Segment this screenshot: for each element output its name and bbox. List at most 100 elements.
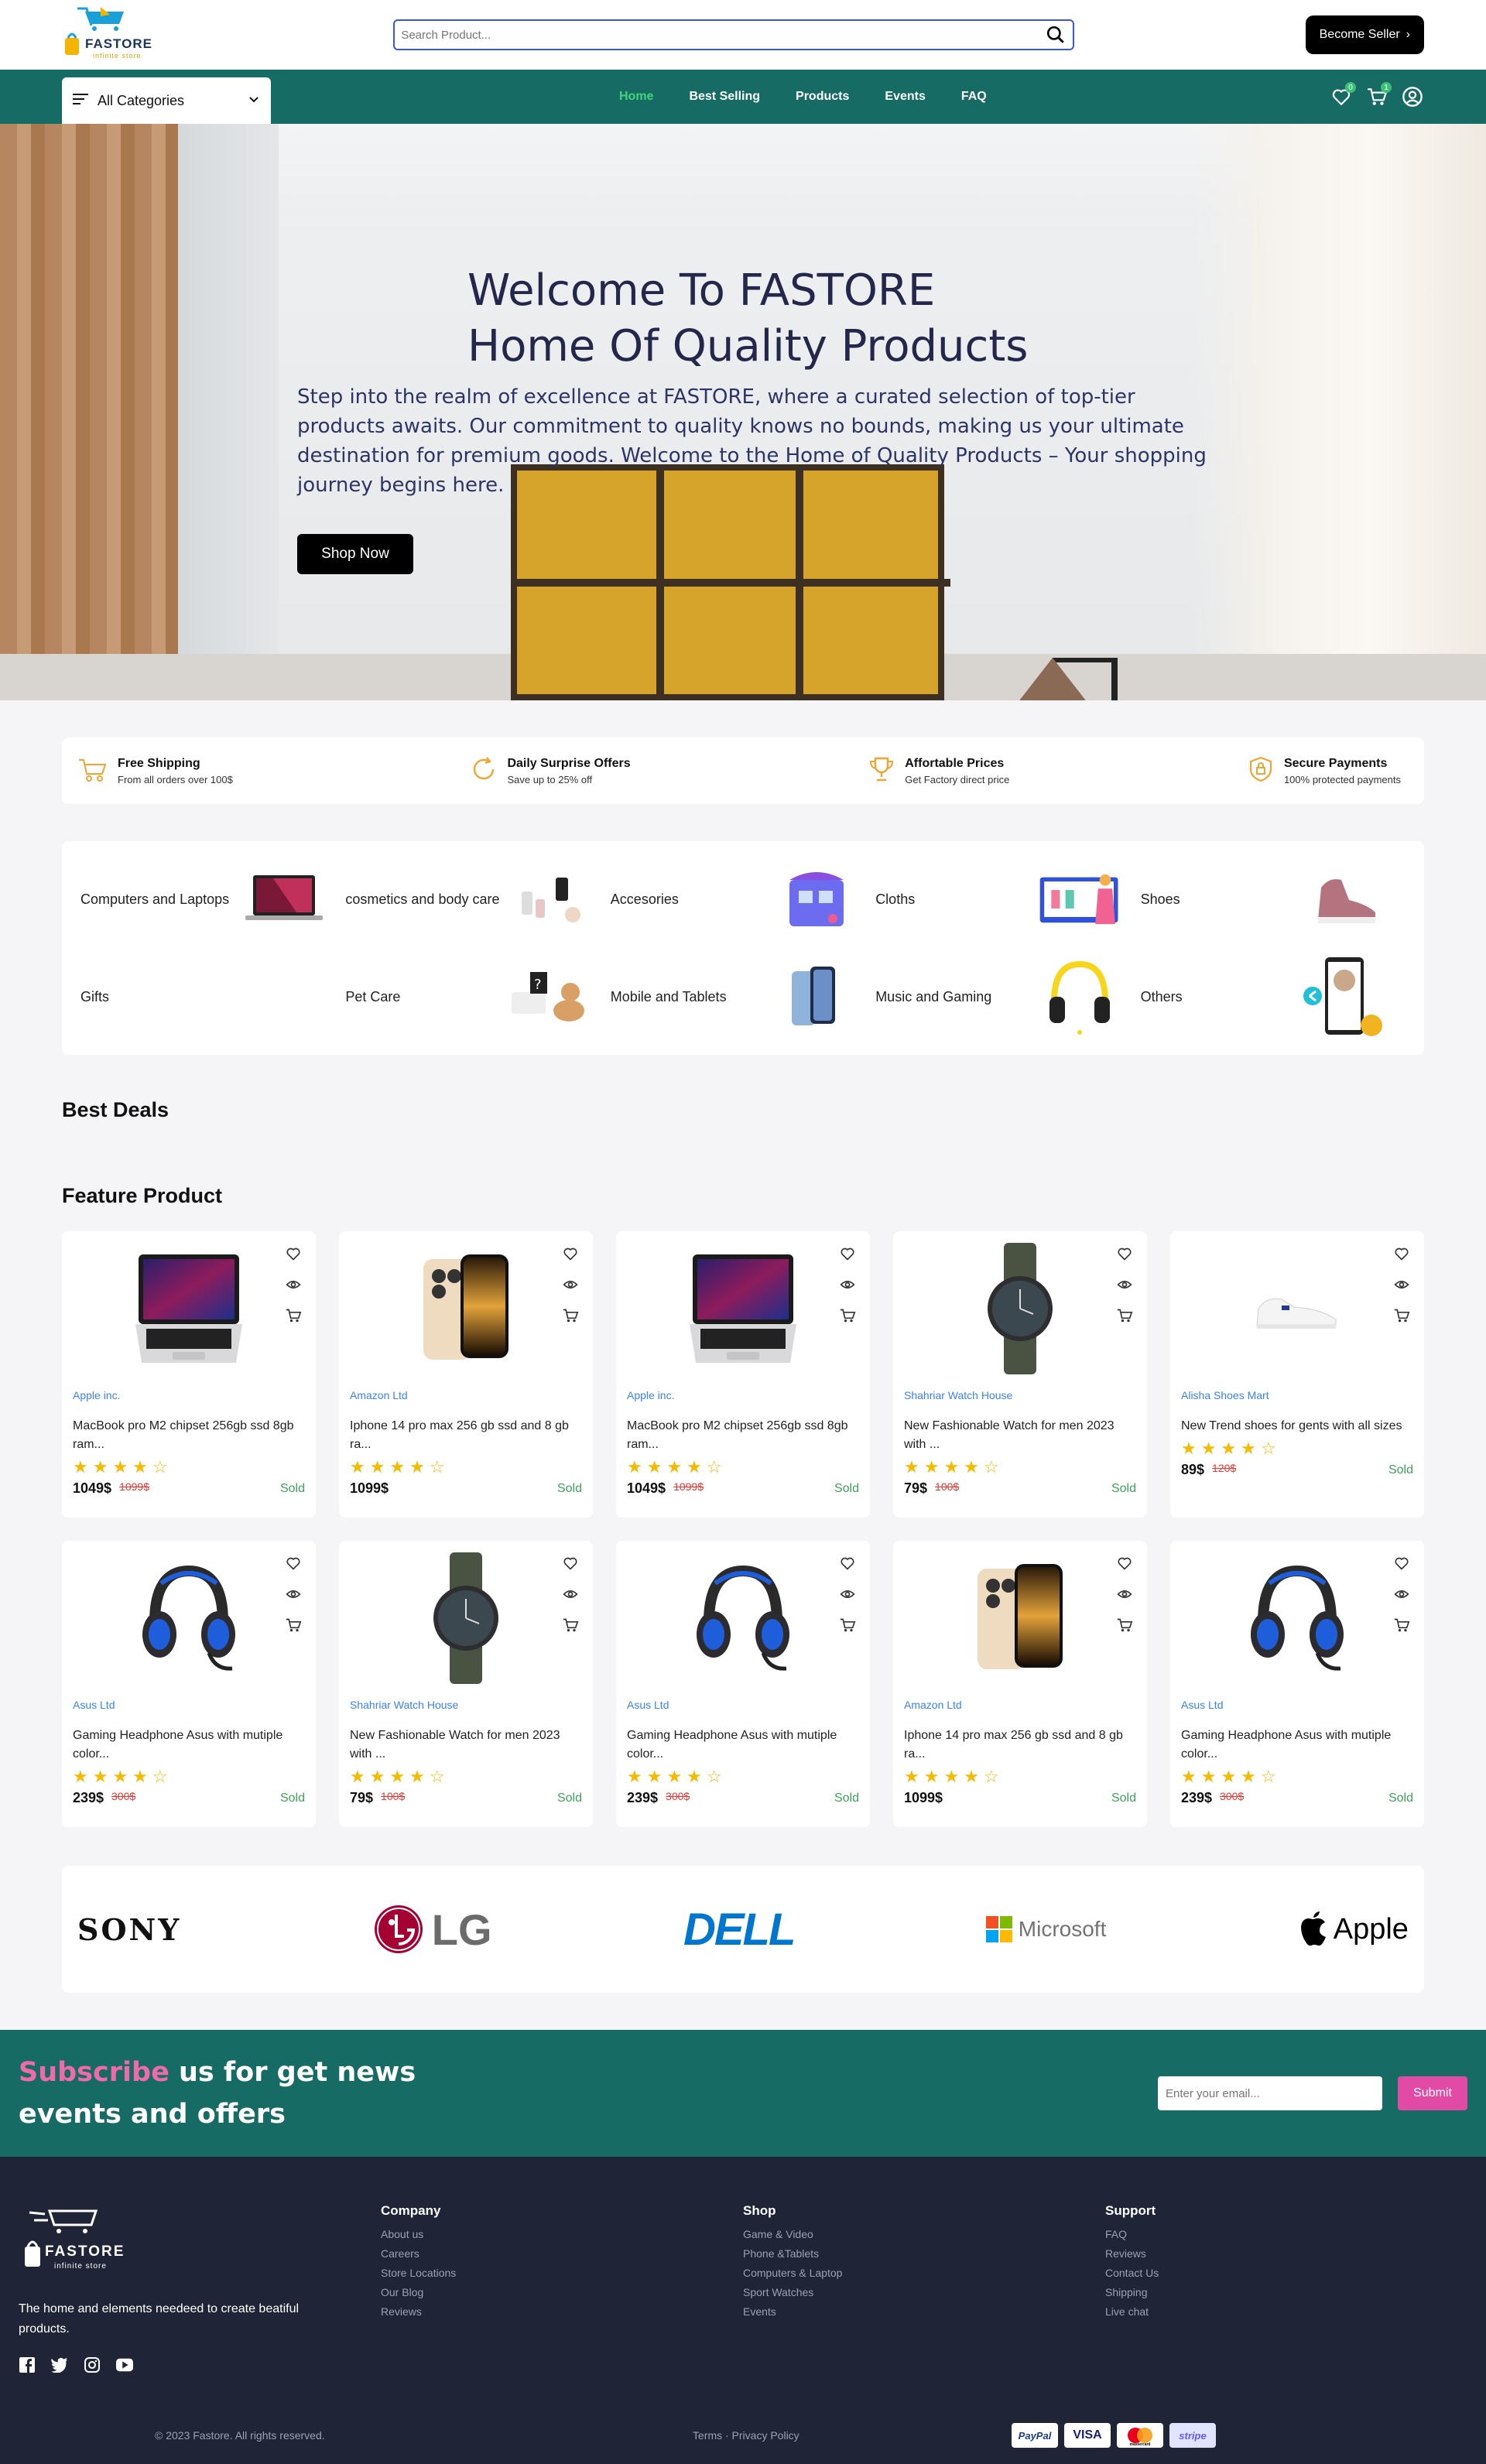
fastore-logo[interactable]: FASTORE infinite store: [62, 4, 163, 66]
product-name[interactable]: Gaming Headphone Asus with mutiple color…: [1181, 1727, 1413, 1764]
product-shop[interactable]: Amazon Ltd: [904, 1699, 1136, 1711]
eye-icon[interactable]: [285, 1276, 302, 1293]
category-computers[interactable]: Computers and Laptops: [80, 850, 345, 948]
heart-icon[interactable]: [1393, 1555, 1410, 1572]
heart-icon[interactable]: [1116, 1555, 1133, 1572]
eye-icon[interactable]: [562, 1276, 579, 1293]
search-input[interactable]: [401, 28, 1046, 42]
footer-link[interactable]: Computers & Laptop: [743, 2264, 1105, 2283]
footer-link[interactable]: Contact Us: [1105, 2264, 1467, 2283]
add-to-cart-icon[interactable]: [839, 1617, 856, 1634]
product-shop[interactable]: Shahriar Watch House: [350, 1699, 582, 1711]
category-cloths[interactable]: Cloths: [875, 850, 1140, 948]
product-image[interactable]: [904, 1549, 1136, 1688]
product-shop[interactable]: Asus Ltd: [627, 1699, 859, 1711]
footer-link[interactable]: Events: [743, 2302, 1105, 2322]
cart-icon[interactable]: 1: [1365, 82, 1392, 108]
heart-icon[interactable]: [1393, 1245, 1410, 1262]
eye-icon[interactable]: [1393, 1276, 1410, 1293]
footer-link[interactable]: Reviews: [381, 2302, 743, 2322]
submit-button[interactable]: Submit: [1398, 2076, 1467, 2110]
product-image[interactable]: [1181, 1239, 1413, 1378]
category-gifts[interactable]: Gifts: [80, 948, 345, 1045]
product-shop[interactable]: Alisha Shoes Mart: [1181, 1389, 1413, 1401]
product-name[interactable]: Iphone 14 pro max 256 gb ssd and 8 gb ra…: [904, 1727, 1136, 1764]
eye-icon[interactable]: [1116, 1276, 1133, 1293]
search-icon[interactable]: [1045, 24, 1067, 46]
product-image[interactable]: [904, 1239, 1136, 1378]
product-card[interactable]: Asus Ltd Gaming Headphone Asus with mutip…: [1170, 1541, 1424, 1827]
add-to-cart-icon[interactable]: [1393, 1307, 1410, 1324]
product-card[interactable]: Alisha Shoes Mart New Trend shoes for gen…: [1170, 1231, 1424, 1518]
facebook-icon[interactable]: [19, 2356, 36, 2373]
footer-link[interactable]: Careers: [381, 2244, 743, 2264]
eye-icon[interactable]: [1116, 1586, 1133, 1603]
heart-icon[interactable]: [839, 1245, 856, 1262]
category-cosmetics[interactable]: cosmetics and body care: [345, 850, 610, 948]
product-card[interactable]: Asus Ltd Gaming Headphone Asus with mutip…: [616, 1541, 870, 1827]
category-accessories[interactable]: Accesories: [611, 850, 875, 948]
product-card[interactable]: Apple inc. MacBook pro M2 chipset 256gb s…: [616, 1231, 870, 1518]
product-shop[interactable]: Asus Ltd: [1181, 1699, 1413, 1711]
brand-apple[interactable]: Apple: [1298, 1898, 1409, 1960]
nav-events[interactable]: Events: [885, 90, 925, 104]
instagram-icon[interactable]: [84, 2356, 101, 2373]
terms-privacy-link[interactable]: Terms · Privacy Policy: [693, 2429, 799, 2442]
user-profile-icon[interactable]: [1401, 85, 1424, 108]
add-to-cart-icon[interactable]: [1393, 1617, 1410, 1634]
product-image[interactable]: [627, 1549, 859, 1688]
brand-lg[interactable]: LG: [373, 1898, 492, 1960]
product-image[interactable]: [1181, 1549, 1413, 1688]
add-to-cart-icon[interactable]: [285, 1617, 302, 1634]
eye-icon[interactable]: [1393, 1586, 1410, 1603]
brand-microsoft[interactable]: Microsoft: [985, 1898, 1106, 1960]
add-to-cart-icon[interactable]: [285, 1307, 302, 1324]
heart-icon[interactable]: [562, 1555, 579, 1572]
product-name[interactable]: New Fashionable Watch for men 2023 with …: [350, 1727, 582, 1764]
heart-icon[interactable]: [285, 1555, 302, 1572]
footer-link[interactable]: Phone &Tablets: [743, 2244, 1105, 2264]
shop-now-button[interactable]: Shop Now: [297, 534, 413, 574]
product-shop[interactable]: Shahriar Watch House: [904, 1389, 1136, 1401]
add-to-cart-icon[interactable]: [1116, 1617, 1133, 1634]
product-card[interactable]: Asus Ltd Gaming Headphone Asus with mutip…: [62, 1541, 316, 1827]
product-name[interactable]: New Trend shoes for gents with all sizes: [1181, 1417, 1413, 1436]
heart-icon[interactable]: [839, 1555, 856, 1572]
add-to-cart-icon[interactable]: [839, 1307, 856, 1324]
add-to-cart-icon[interactable]: [562, 1617, 579, 1634]
wishlist-heart-icon[interactable]: 0: [1330, 82, 1356, 108]
footer-link[interactable]: Shipping: [1105, 2283, 1467, 2302]
product-name[interactable]: New Fashionable Watch for men 2023 with …: [904, 1417, 1136, 1454]
footer-link[interactable]: FAQ: [1105, 2225, 1467, 2244]
eye-icon[interactable]: [562, 1586, 579, 1603]
category-pet-care[interactable]: Pet Care ?: [345, 948, 610, 1045]
product-name[interactable]: Gaming Headphone Asus with mutiple color…: [73, 1727, 305, 1764]
product-image[interactable]: [73, 1549, 305, 1688]
product-card[interactable]: Amazon Ltd Iphone 14 pro max 256 gb ssd a…: [339, 1231, 593, 1518]
category-shoes[interactable]: Shoes: [1141, 850, 1406, 948]
product-shop[interactable]: Apple inc.: [73, 1389, 305, 1401]
all-categories-dropdown[interactable]: All Categories: [62, 77, 271, 124]
product-shop[interactable]: Asus Ltd: [73, 1699, 305, 1711]
footer-link[interactable]: Game & Video: [743, 2225, 1105, 2244]
category-music-gaming[interactable]: Music and Gaming: [875, 948, 1140, 1045]
product-name[interactable]: MacBook pro M2 chipset 256gb ssd 8gb ram…: [73, 1417, 305, 1454]
product-name[interactable]: Iphone 14 pro max 256 gb ssd and 8 gb ra…: [350, 1417, 582, 1454]
footer-logo[interactable]: FASTORE infinite store: [19, 2203, 135, 2273]
brand-sony[interactable]: SONY: [77, 1898, 181, 1960]
product-image[interactable]: [350, 1549, 582, 1688]
nav-products[interactable]: Products: [796, 90, 849, 104]
footer-link[interactable]: Our Blog: [381, 2283, 743, 2302]
email-input[interactable]: [1158, 2076, 1382, 2110]
eye-icon[interactable]: [839, 1276, 856, 1293]
become-seller-button[interactable]: Become Seller ›: [1305, 15, 1424, 54]
footer-link[interactable]: About us: [381, 2225, 743, 2244]
footer-link[interactable]: Store Locations: [381, 2264, 743, 2283]
nav-faq[interactable]: FAQ: [961, 90, 987, 104]
footer-link[interactable]: Live chat: [1105, 2302, 1467, 2322]
product-image[interactable]: [73, 1239, 305, 1378]
heart-icon[interactable]: [562, 1245, 579, 1262]
product-name[interactable]: Gaming Headphone Asus with mutiple color…: [627, 1727, 859, 1764]
footer-link[interactable]: Reviews: [1105, 2244, 1467, 2264]
product-shop[interactable]: Amazon Ltd: [350, 1389, 582, 1401]
